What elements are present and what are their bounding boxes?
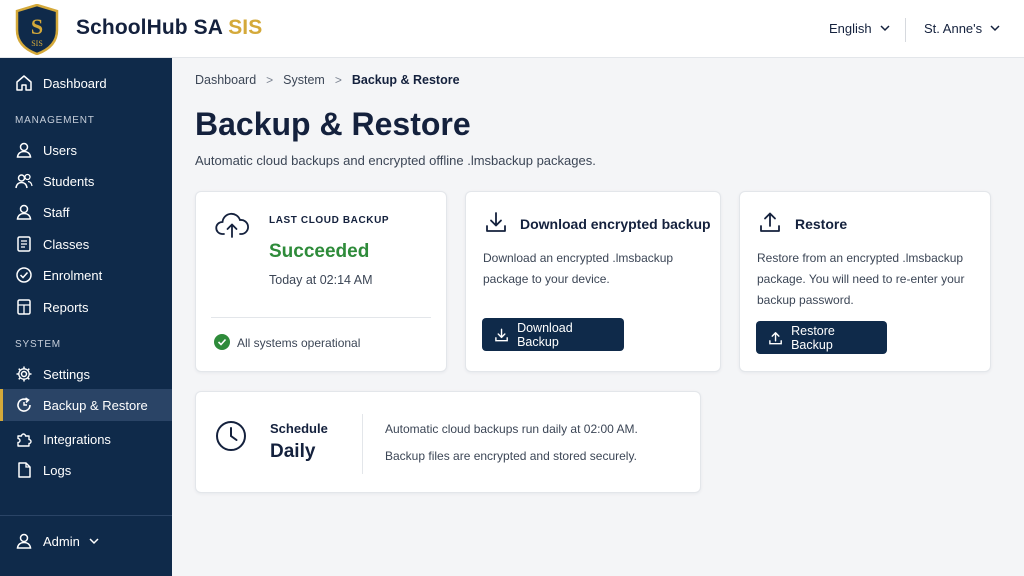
cloud-upload-icon bbox=[215, 213, 249, 238]
sidebar-item-logs[interactable]: Logs bbox=[0, 454, 172, 486]
sidebar-item-label: Settings bbox=[43, 366, 90, 382]
sidebar-item-enrolment[interactable]: Enrolment bbox=[0, 259, 172, 291]
sidebar-item-label: Enrolment bbox=[43, 267, 103, 283]
restore-card-description: Restore from an encrypted .lmsbackup pac… bbox=[757, 251, 965, 307]
sidebar-item-settings[interactable]: Settings bbox=[0, 358, 172, 390]
school-selector[interactable]: St. Anne's bbox=[924, 21, 1000, 36]
card-divider bbox=[211, 317, 431, 318]
sidebar-item-students[interactable]: Students bbox=[0, 165, 172, 197]
sidebar-item-users[interactable]: Users bbox=[0, 134, 172, 166]
file-icon bbox=[18, 462, 31, 478]
sidebar-item-label: Staff bbox=[43, 204, 70, 220]
download-card-title: Download encrypted backup bbox=[520, 216, 711, 232]
document-list-icon bbox=[17, 236, 31, 252]
page-subtitle: Automatic cloud backups and encrypted of… bbox=[195, 153, 596, 168]
breadcrumb-system[interactable]: System bbox=[283, 73, 325, 87]
download-card-description: Download an encrypted .lmsbackup package… bbox=[483, 251, 674, 286]
header-divider bbox=[905, 18, 906, 42]
gear-icon bbox=[16, 366, 32, 382]
sidebar-item-label: Dashboard bbox=[43, 75, 107, 91]
brand-name: SchoolHub SA SIS bbox=[76, 16, 262, 40]
breadcrumb-current: Backup & Restore bbox=[351, 73, 460, 87]
breadcrumb-dashboard[interactable]: Dashboard bbox=[195, 73, 256, 87]
sidebar-item-reports[interactable]: Reports bbox=[0, 291, 172, 323]
last-backup-label: LAST CLOUD BACKUP bbox=[269, 215, 390, 226]
puzzle-icon bbox=[17, 433, 32, 447]
report-icon bbox=[17, 299, 31, 315]
sidebar-item-dashboard[interactable]: Dashboard bbox=[0, 67, 172, 99]
download-icon bbox=[495, 328, 508, 341]
sidebar-item-label: Students bbox=[43, 173, 95, 189]
sidebar-item-integrations[interactable]: Integrations bbox=[0, 423, 172, 455]
backup-status: Succeeded bbox=[269, 241, 370, 262]
system-health-text: All systems operational bbox=[237, 336, 361, 350]
chevron-down-icon bbox=[880, 25, 890, 32]
chevron-right-icon: > bbox=[334, 73, 342, 87]
sidebar-item-label: Integrations bbox=[43, 431, 111, 447]
download-backup-button[interactable]: Download Backup bbox=[482, 318, 624, 351]
sidebar-item-classes[interactable]: Classes bbox=[0, 228, 172, 260]
school-logo-icon[interactable]: S SIS bbox=[15, 4, 59, 55]
school-label: St. Anne's bbox=[924, 21, 983, 36]
language-label: English bbox=[829, 21, 872, 36]
schedule-description-2: Backup files are encrypted and stored se… bbox=[385, 449, 637, 463]
schedule-value: Daily bbox=[270, 441, 316, 462]
download-icon bbox=[486, 212, 506, 232]
schedule-card: Schedule Daily Automatic cloud backups r… bbox=[195, 391, 701, 493]
check-circle-icon bbox=[214, 334, 230, 350]
chevron-down-icon bbox=[89, 537, 99, 544]
top-bar: S SIS SchoolHub SA SIS English St. Anne'… bbox=[0, 0, 1024, 58]
section-management: MANAGEMENT bbox=[15, 115, 95, 126]
download-button-label: Download Backup bbox=[517, 320, 573, 349]
sidebar-item-label: Reports bbox=[43, 299, 89, 315]
user-icon bbox=[16, 204, 32, 220]
admin-user-menu[interactable]: Admin bbox=[0, 525, 172, 557]
section-system: SYSTEM bbox=[15, 339, 61, 350]
backup-time: Today at 02:14 AM bbox=[269, 273, 373, 287]
chevron-down-icon bbox=[990, 25, 1000, 32]
page-title: Backup & Restore bbox=[195, 106, 471, 142]
breadcrumb: Dashboard > System > Backup & Restore bbox=[195, 73, 460, 87]
restore-backup-button[interactable]: Restore Backup bbox=[756, 321, 887, 354]
download-backup-card: Download encrypted backup Download an en… bbox=[465, 191, 721, 372]
schedule-description-1: Automatic cloud backups run daily at 02:… bbox=[385, 422, 638, 436]
chevron-right-icon: > bbox=[266, 73, 274, 87]
logo-text: SIS bbox=[31, 39, 43, 48]
user-icon bbox=[16, 142, 32, 158]
restore-button-label: Restore Backup bbox=[791, 323, 835, 352]
sidebar-item-backup-restore[interactable]: Backup & Restore bbox=[0, 389, 172, 421]
upload-icon bbox=[769, 331, 782, 344]
schedule-label: Schedule bbox=[270, 421, 328, 436]
last-cloud-backup-card: LAST CLOUD BACKUP Succeeded Today at 02:… bbox=[195, 191, 447, 372]
brand-accent: SIS bbox=[228, 16, 263, 39]
clock-icon bbox=[216, 421, 246, 451]
admin-label: Admin bbox=[43, 533, 80, 549]
sidebar-divider bbox=[0, 515, 172, 516]
brand-main: SchoolHub SA bbox=[76, 16, 223, 39]
sidebar-item-label: Backup & Restore bbox=[43, 397, 148, 413]
users-icon bbox=[15, 173, 33, 189]
card-divider bbox=[362, 414, 363, 474]
sidebar-item-label: Users bbox=[43, 142, 77, 158]
sidebar: Dashboard MANAGEMENT Users Students Staf… bbox=[0, 58, 172, 576]
restore-card-title: Restore bbox=[795, 216, 848, 232]
user-icon bbox=[16, 533, 32, 549]
sidebar-item-label: Classes bbox=[43, 236, 90, 252]
home-icon bbox=[16, 75, 32, 91]
check-circle-icon bbox=[16, 267, 32, 283]
sidebar-item-label: Logs bbox=[43, 462, 72, 478]
sidebar-item-staff[interactable]: Staff bbox=[0, 196, 172, 228]
language-selector[interactable]: English bbox=[829, 21, 890, 36]
upload-icon bbox=[760, 212, 780, 232]
restore-card: Restore Restore from an encrypted .lmsba… bbox=[739, 191, 991, 372]
logo-letter: S bbox=[31, 14, 43, 39]
refresh-icon bbox=[17, 397, 31, 412]
